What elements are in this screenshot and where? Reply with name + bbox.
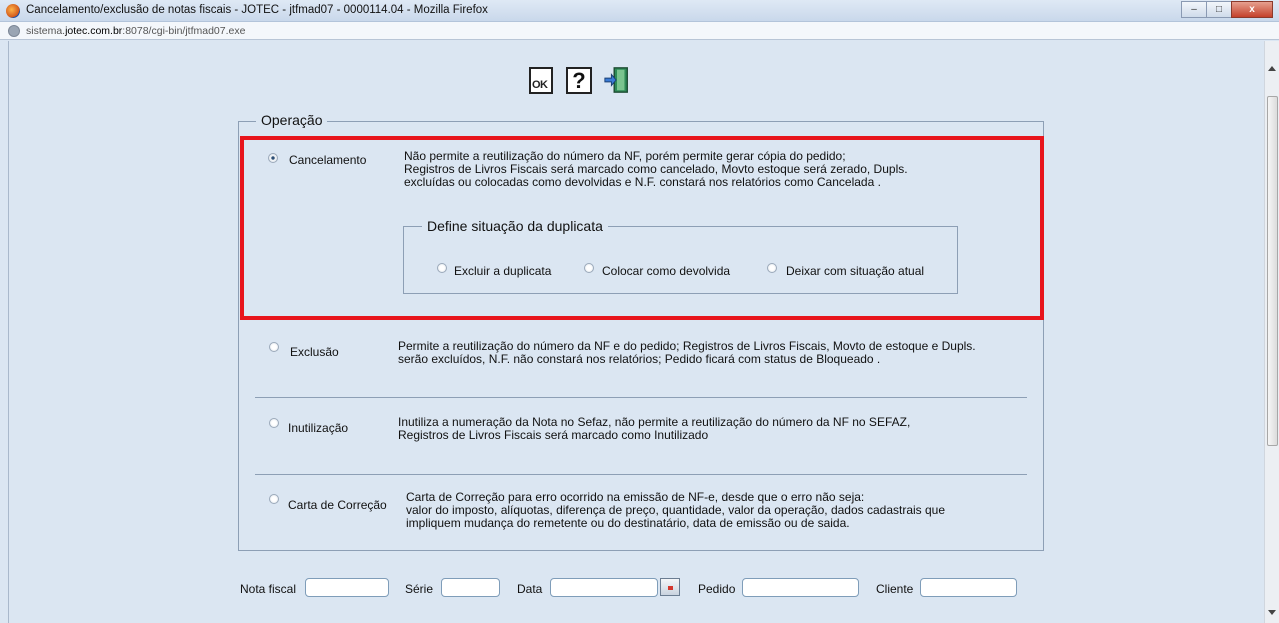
url-prefix: sistema. (26, 25, 66, 37)
url-domain: jotec.com.br (65, 25, 123, 37)
close-button[interactable]: x (1231, 1, 1273, 18)
exit-button[interactable] (603, 65, 631, 95)
carta-correcao-label[interactable]: Carta de Correção (288, 498, 387, 512)
exclusao-desc-line2: serão excluídos, N.F. não constará nos r… (398, 352, 881, 366)
exit-door-icon (604, 67, 628, 93)
inutilizacao-desc-line2: Registros de Livros Fiscais será marcado… (398, 428, 709, 442)
data-input[interactable] (550, 578, 658, 597)
pedido-input[interactable] (742, 578, 859, 597)
serie-label: Série (405, 582, 434, 596)
cliente-input[interactable] (920, 578, 1017, 597)
scroll-down-icon[interactable] (1268, 610, 1276, 615)
window-title: Cancelamento/exclusão de notas fiscais -… (26, 4, 488, 16)
nota-fiscal-label: Nota fiscal (240, 582, 297, 596)
exclusao-radio[interactable] (269, 342, 279, 352)
window-titlebar: Cancelamento/exclusão de notas fiscais -… (0, 0, 1279, 22)
address-bar[interactable]: sistema.jotec.com.br:8078/cgi-bin/jtfmad… (0, 22, 1279, 40)
url-suffix: :8078/cgi-bin/jtfmad07.exe (122, 25, 246, 37)
exclusao-label[interactable]: Exclusão (290, 345, 339, 359)
inutilizacao-label[interactable]: Inutilização (288, 421, 348, 435)
calendar-icon[interactable] (660, 578, 680, 596)
carta-desc-line3: impliquem mudança do remetente ou do des… (406, 516, 850, 530)
help-button[interactable]: ? (565, 65, 593, 95)
cliente-label: Cliente (876, 582, 914, 596)
url-text: sistema.jotec.com.br:8078/cgi-bin/jtfmad… (26, 25, 245, 37)
vertical-scrollbar[interactable] (1264, 41, 1279, 623)
action-toolbar: OK ? (527, 65, 631, 95)
inutilizacao-radio[interactable] (269, 418, 279, 428)
minimize-button[interactable]: – (1181, 1, 1207, 18)
globe-icon (8, 25, 20, 37)
highlight-box (240, 136, 1044, 320)
carta-correcao-radio[interactable] (269, 494, 279, 504)
operacao-legend: Operação (256, 112, 328, 128)
nota-fiscal-input[interactable] (305, 578, 389, 597)
help-icon: ? (566, 66, 592, 94)
ok-button[interactable]: OK (527, 65, 555, 95)
scroll-up-icon[interactable] (1268, 66, 1276, 71)
pedido-label: Pedido (698, 582, 736, 596)
data-label: Data (517, 582, 543, 596)
maximize-button[interactable]: □ (1206, 1, 1232, 18)
scrollbar-thumb[interactable] (1267, 96, 1278, 446)
window-controls: – □ x (1181, 1, 1273, 18)
separator-1 (255, 397, 1027, 398)
separator-2 (255, 474, 1027, 475)
ok-icon: OK (529, 66, 553, 94)
ok-icon-label: OK (532, 78, 548, 91)
serie-input[interactable] (441, 578, 500, 597)
firefox-icon (6, 4, 20, 18)
